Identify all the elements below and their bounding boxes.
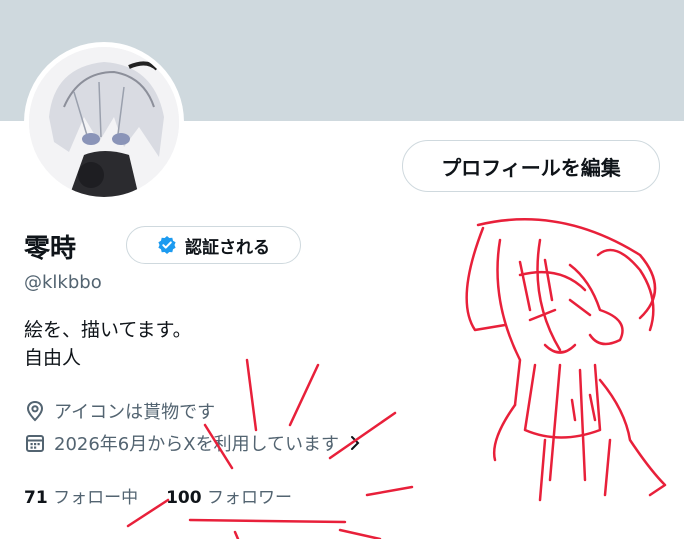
- following-label: フォロー中: [53, 488, 139, 508]
- joined-text: 2026年6月からXを利用しています: [54, 434, 340, 455]
- edit-profile-button[interactable]: プロフィールを編集: [402, 140, 660, 192]
- location-text: アイコンは貰物です: [54, 402, 216, 423]
- location-row: アイコンは貰物です: [24, 398, 215, 424]
- bio: 絵を、描いてます。 自由人: [24, 316, 192, 372]
- avatar-ring: [24, 42, 184, 202]
- followers-label: フォロワー: [206, 488, 292, 508]
- location-pin-icon: [26, 400, 44, 422]
- verified-check-icon: [158, 236, 176, 254]
- avatar[interactable]: [29, 47, 179, 197]
- calendar-icon: [26, 435, 44, 452]
- user-handle: @klkbbo: [24, 272, 102, 293]
- avatar-illustration: [29, 47, 179, 197]
- joined-row[interactable]: 2026年6月からXを利用しています: [24, 430, 363, 456]
- following-link[interactable]: 71 フォロー中: [24, 483, 138, 508]
- bio-line: 自由人: [24, 347, 82, 369]
- followers-link[interactable]: 100 フォロワー: [166, 483, 292, 508]
- follow-stats: 71 フォロー中 100 フォロワー: [24, 483, 292, 508]
- get-verified-label: 認証される: [185, 237, 270, 258]
- following-count: 71: [24, 488, 48, 508]
- get-verified-button[interactable]: 認証される: [126, 226, 301, 264]
- bio-line: 絵を、描いてます。: [24, 319, 192, 341]
- chevron-right-icon: [351, 436, 360, 450]
- display-name: 零時: [24, 234, 77, 264]
- followers-count: 100: [166, 488, 202, 508]
